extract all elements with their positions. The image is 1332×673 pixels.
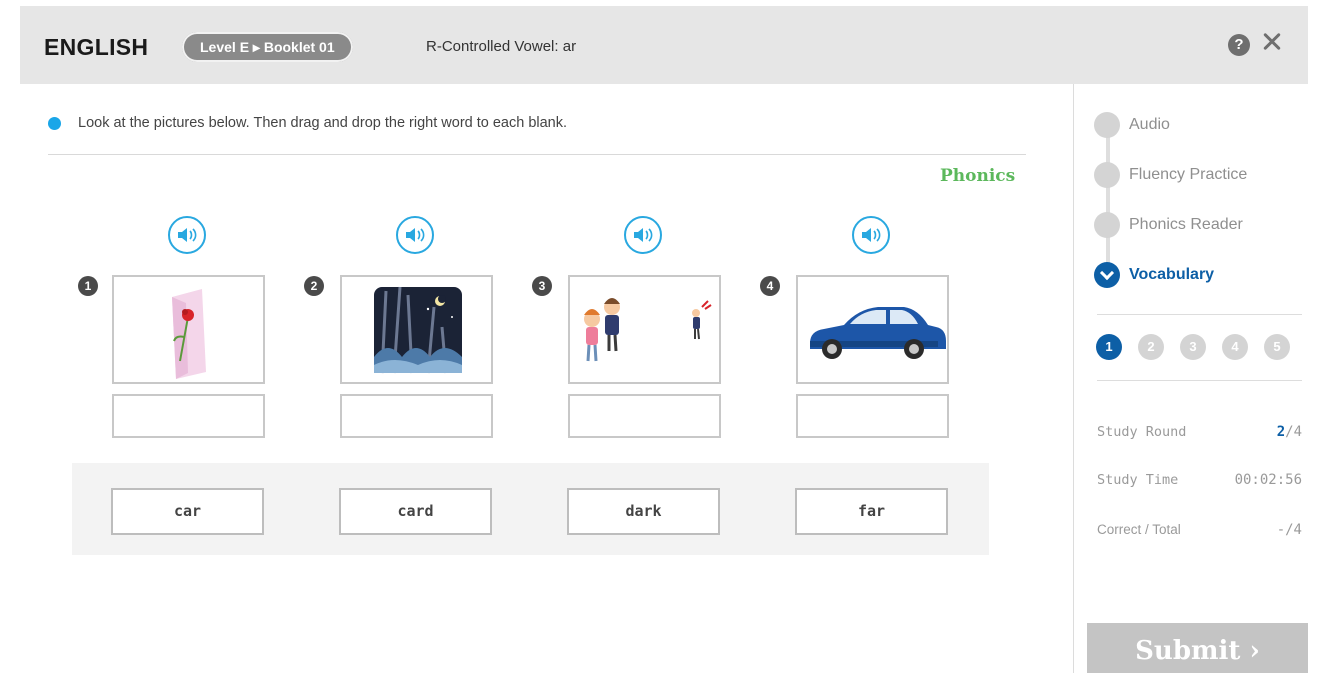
page-dot-2[interactable]: 2: [1138, 334, 1164, 360]
instruction-divider: [48, 154, 1026, 155]
picture-children-far: [568, 275, 721, 384]
step-label: Fluency Practice: [1129, 166, 1248, 183]
speaker-icon: [862, 228, 881, 242]
word-card-card[interactable]: card: [339, 488, 492, 535]
step-label: Audio: [1129, 116, 1170, 133]
submit-button[interactable]: Submit ›: [1087, 623, 1308, 673]
audio-button-2[interactable]: [396, 216, 434, 254]
step-audio[interactable]: Audio: [1094, 112, 1170, 138]
step-dot-icon: [1094, 162, 1120, 188]
question-number-2: 2: [304, 276, 324, 296]
step-label: Phonics Reader: [1129, 216, 1243, 233]
correct-total-label: Correct / Total: [1097, 522, 1181, 537]
speaker-icon: [634, 228, 653, 242]
step-phonics-reader[interactable]: Phonics Reader: [1094, 212, 1243, 238]
section-label: Phonics: [940, 166, 1016, 186]
sidebar-divider-top: [1097, 314, 1302, 315]
page-dot-1[interactable]: 1: [1096, 334, 1122, 360]
picture-dark-night: [340, 275, 493, 384]
instruction-row: Look at the pictures below. Then drag an…: [48, 115, 567, 131]
answer-blank-2[interactable]: [340, 394, 493, 438]
sidebar-divider: [1073, 84, 1074, 673]
audio-button-3[interactable]: [624, 216, 662, 254]
lesson-subtitle: R-Controlled Vowel: ar: [426, 38, 577, 55]
step-dot-icon: [1094, 112, 1120, 138]
page-dot-4[interactable]: 4: [1222, 334, 1248, 360]
close-icon[interactable]: [1258, 28, 1286, 56]
instruction-text: Look at the pictures below. Then drag an…: [78, 115, 568, 131]
study-round-total: /4: [1285, 424, 1302, 440]
speaker-icon: [406, 228, 425, 242]
correct-total-value: -/4: [1276, 522, 1302, 538]
page-dot-5[interactable]: 5: [1264, 334, 1290, 360]
word-card-far[interactable]: far: [795, 488, 948, 535]
answer-blank-3[interactable]: [568, 394, 721, 438]
level-booklet-pill[interactable]: Level E ▸ Booklet 01: [182, 32, 353, 62]
study-round-current: 2: [1276, 424, 1286, 440]
audio-button-1[interactable]: [168, 216, 206, 254]
study-time-value: 00:02:56: [1234, 472, 1302, 488]
brand-title: ENGLISH: [44, 34, 149, 60]
step-dot-icon: [1094, 212, 1120, 238]
question-number-1: 1: [78, 276, 98, 296]
bullet-icon: [48, 116, 61, 130]
sidebar-divider-bottom: [1097, 380, 1302, 381]
answer-blank-4[interactable]: [796, 394, 949, 438]
question-number-4: 4: [760, 276, 780, 296]
steps-rail: [1106, 126, 1110, 276]
picture-blue-car: [796, 275, 949, 384]
word-card-car[interactable]: car: [111, 488, 264, 535]
picture-card-with-flower: [112, 275, 265, 384]
app-root: ENGLISH Level E ▸ Booklet 01 R-Controlle…: [0, 0, 1332, 673]
study-round-value: 2/4: [1277, 424, 1302, 440]
question-number-3: 3: [532, 276, 552, 296]
study-time-label: Study Time: [1097, 472, 1179, 488]
step-fluency-practice[interactable]: Fluency Practice: [1094, 162, 1247, 188]
checkmark-icon: [1094, 262, 1120, 288]
answer-blank-1[interactable]: [112, 394, 265, 438]
help-icon[interactable]: ?: [1228, 34, 1250, 56]
page-dot-3[interactable]: 3: [1180, 334, 1206, 360]
speaker-icon: [178, 228, 197, 242]
header-bar: ENGLISH Level E ▸ Booklet 01 R-Controlle…: [20, 6, 1308, 84]
word-card-dark[interactable]: dark: [567, 488, 720, 535]
audio-button-4[interactable]: [852, 216, 890, 254]
step-label: Vocabulary: [1129, 266, 1215, 283]
study-round-label: Study Round: [1097, 424, 1187, 440]
step-vocabulary[interactable]: Vocabulary: [1094, 262, 1214, 288]
